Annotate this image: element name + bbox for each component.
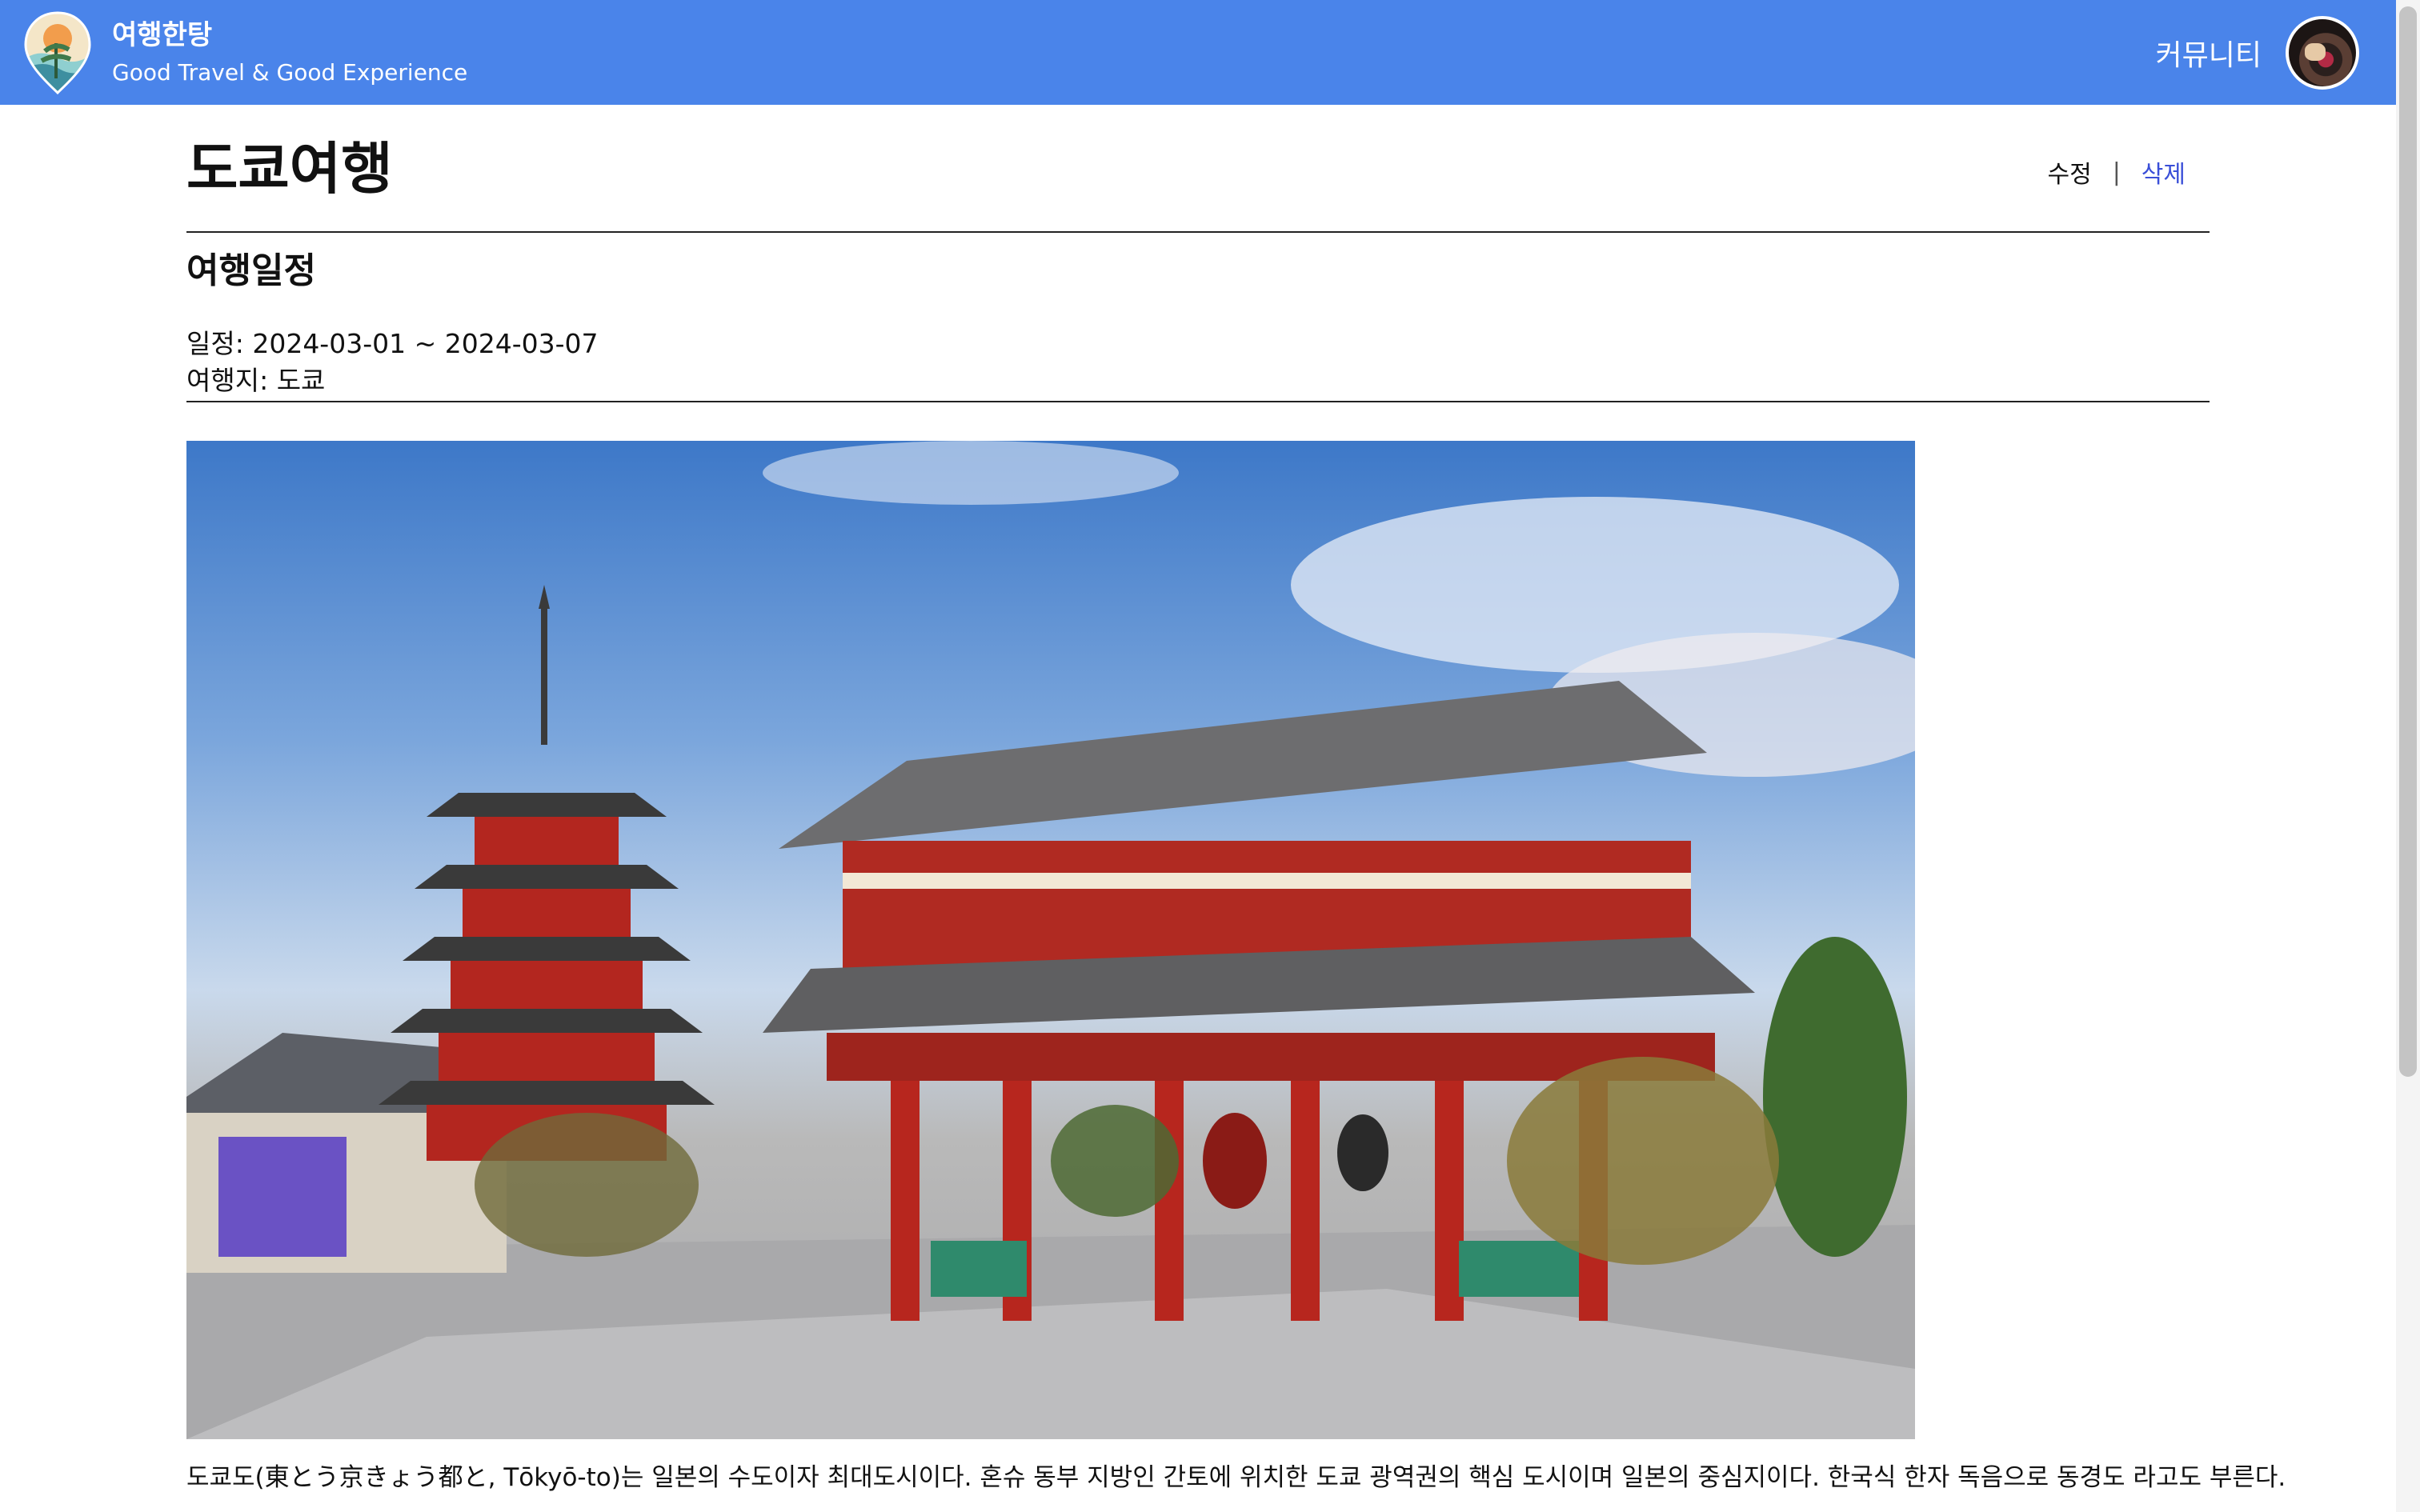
- meta-divider: [186, 401, 2210, 402]
- brand-text: 여행한탕 Good Travel & Good Experience: [112, 17, 467, 89]
- post-title-row: 도쿄여행 수정 | 삭제: [186, 105, 2210, 233]
- delete-link[interactable]: 삭제: [2142, 154, 2186, 190]
- actions-separator: |: [2112, 158, 2121, 186]
- top-nav-bar: 여행한탕 Good Travel & Good Experience 커뮤니티: [0, 0, 2396, 105]
- trip-destination: 여행지: 도쿄: [186, 365, 326, 396]
- community-link[interactable]: 커뮤니티: [2156, 32, 2262, 74]
- scrollbar-thumb[interactable]: [2399, 6, 2417, 1077]
- post-actions: 수정 | 삭제: [2047, 154, 2186, 190]
- trip-schedule: 일정: 2024-03-01 ~ 2024-03-07: [186, 328, 599, 359]
- brand-subtitle: Good Travel & Good Experience: [112, 58, 468, 86]
- trip-meta: 일정: 2024-03-01 ~ 2024-03-07 여행지: 도쿄: [186, 326, 2210, 399]
- travel-logo-icon: [24, 10, 91, 94]
- trip-description: 도쿄도(東とう京きょう都と, Tōkyō-to)는 일본의 수도이자 최대도시이…: [186, 1463, 2286, 1492]
- post-detail: 도쿄여행 수정 | 삭제 여행일정 일정: 2024-03-01 ~ 2024-…: [186, 105, 2286, 1495]
- post-title: 도쿄여행: [186, 136, 393, 202]
- page: 여행한탕 Good Travel & Good Experience 커뮤니티 …: [0, 0, 2420, 1512]
- user-avatar[interactable]: [2286, 15, 2359, 90]
- brand-home-link[interactable]: 여행한탕 Good Travel & Good Experience: [24, 10, 467, 94]
- header-right: 커뮤니티: [2156, 15, 2359, 90]
- brand-title: 여행한탕: [112, 18, 213, 51]
- trip-photo: [186, 441, 1915, 1439]
- page-scrollbar[interactable]: [2396, 0, 2420, 1512]
- edit-link[interactable]: 수정: [2047, 154, 2091, 190]
- itinerary-heading: 여행일정: [186, 250, 316, 291]
